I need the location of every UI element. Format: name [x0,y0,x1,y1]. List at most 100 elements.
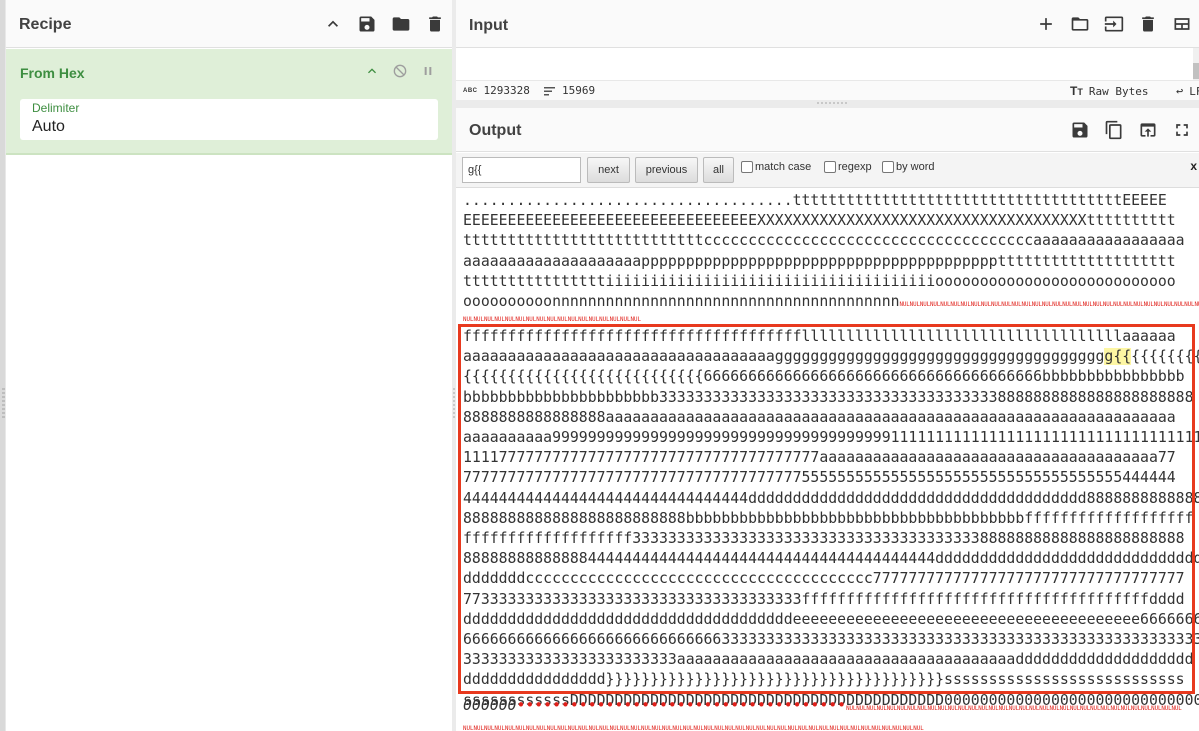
output-text-segment: 1111777777777777777777777777777777777777… [463,449,1176,467]
output-text-segment: tttttttttttttttttttttttttttccccccccccccc… [463,232,1185,250]
output-line: oooooooooonnnnnnnnnnnnnnnnnnnnnnnnnnnnnn… [463,292,1199,312]
output-line: ffffffffffffffffffffffffffffffffffffffll… [463,327,1176,347]
output-line: 44444444444444444444444444444444dddddddd… [463,489,1199,509]
output-line: {{{{{{{{{{{{{{{{{{{{{{{{{{{6666666666666… [463,367,1185,387]
load-recipe-button[interactable] [384,7,418,41]
search-all-button[interactable]: all [703,157,734,183]
clear-recipe-button[interactable] [418,7,452,41]
output-line: 77333333333333333333333333333333333333ff… [463,590,1185,610]
eol-selector[interactable]: ↩ LF [1176,84,1199,98]
collapse-all-button[interactable] [316,7,350,41]
output-text-segment: aaaaaaaaaaaaaaaaaaaapppppppppppppppppppp… [463,252,1176,270]
control-char-dots: ••••••••••••••••••••••••••••••••••••• [516,697,847,714]
pause-operation-button[interactable] [418,61,438,81]
output-line: aaaaaaaaaa999999999999999999999999999999… [463,428,1199,448]
match-case-label: match case [755,161,812,173]
output-text-segment: aaaaaaaaaa999999999999999999999999999999… [463,429,1199,446]
recipe-title: Recipe [19,16,72,33]
lines-icon [544,86,555,95]
copy-output-button[interactable] [1097,113,1131,147]
output-text-segment: 7777777777777777777777777777777777777755… [463,469,1176,487]
input-scrollbar[interactable] [1193,48,1199,80]
output-text-segment: 77333333333333333333333333333333333333ff… [463,590,1185,608]
input-length: ABC 1293328 [463,84,530,97]
output-text-segment: 6666666666666666666666666666633333333333… [463,631,1199,648]
regexp-checkbox[interactable]: regexp [824,161,872,173]
output-text-segment: dddddddccccccccccccccccccccccccccccccccc… [463,570,1185,588]
search-next-button[interactable]: next [587,157,630,183]
output-line: aaaaaaaaaaaaaaaaaaaaaaaaaaaaaaaaaaaggggg… [463,347,1199,367]
search-previous-button[interactable]: previous [635,157,698,183]
output-line: 8888888888888888aaaaaaaaaaaaaaaaaaaaaaaa… [463,408,1176,428]
recipe-io-resize-handle[interactable] [453,388,455,418]
save-output-button[interactable] [1063,113,1097,147]
save-icon [359,16,375,32]
output-line: EEEEEEEEEEEEEEEEEEEEEEEEEEEEEEEEEXXXXXXX… [463,211,1176,231]
operations-resize-handle[interactable] [2,388,5,418]
output-title: Output [469,122,522,139]
output-text-segment: oooooooooonnnnnnnnnnnnnnnnnnnnnnnnnnnnnn… [463,293,900,310]
layout-icon [1174,18,1190,30]
trash-icon [1142,16,1154,32]
input-lines-value: 15969 [562,84,596,97]
collapse-operation-button[interactable] [362,61,382,81]
match-case-box[interactable] [741,161,753,173]
save-recipe-button[interactable] [350,7,384,41]
nul-control-chars: NULNULNULNULNULNULNULNULNULNULNULNULNULN… [463,726,924,731]
output-line: dddddddccccccccccccccccccccccccccccccccc… [463,569,1185,589]
delimiter-field[interactable]: Delimiter Auto [20,99,438,140]
encoding-value: Raw Bytes [1088,84,1149,98]
copy-icon [1105,120,1122,140]
pause-icon [424,67,432,75]
regexp-box[interactable] [824,161,836,173]
output-line: .....................................ttt… [463,191,1167,211]
output-line: 000000••••••••••••••••••••••••••••••••••… [463,696,1182,716]
input-title: Input [469,17,509,34]
chevron-up-icon [328,20,338,27]
output-textarea[interactable]: .....................................ttt… [456,189,1199,731]
open-file-button[interactable] [1063,7,1097,41]
recipe-pane: Recipe From Hex Delimiter Auto [6,0,452,731]
upload-to-input-icon [1140,123,1156,137]
output-line: aaaaaaaaaaaaaaaaaaaapppppppppppppppppppp… [463,252,1176,272]
by-word-checkbox[interactable]: by word [882,161,935,173]
input-textarea[interactable]: a8a8a8a8a8a8a8a8a8a8a8a8a8a8a8a8a8a8a8a8… [456,48,1193,80]
operation-from-hex[interactable]: From Hex Delimiter Auto [6,49,452,155]
reset-layout-button[interactable] [1165,7,1199,41]
input-length-value: 1293328 [483,84,530,97]
maximise-output-button[interactable] [1165,113,1199,147]
plus-icon [1040,18,1052,30]
disable-operation-button[interactable] [390,61,410,81]
output-text-segment: dddddddddddddddddddddddddddddddddddddeee… [463,610,1199,628]
input-scrollbar-thumb[interactable] [1193,63,1199,79]
delimiter-label: Delimiter [32,101,80,115]
open-folder-button[interactable] [1097,7,1131,41]
output-text-segment: 000000 [463,697,517,714]
search-input[interactable] [462,157,581,183]
search-match-highlight: g{{ [1104,348,1132,366]
clear-input-button[interactable] [1131,7,1165,41]
input-status-bar: ABC 1293328 15969 TT Raw Bytes ↩ LF [456,80,1199,100]
replace-input-button[interactable] [1131,113,1165,147]
folder-icon [392,17,410,31]
disable-icon [393,64,407,78]
output-line: 6666666666666666666666666666633333333333… [463,630,1199,650]
output-text-segment: {{{{{{{{{{{{{{{{{{{{{{{{{{{6666666666666… [463,368,1185,386]
add-input-tab-button[interactable] [1029,7,1063,41]
delimiter-value[interactable]: Auto [32,118,65,136]
output-text-segment: dddddddddddddddd}}}}}}}}}}}}}}}}}}}}}}}}… [463,671,1185,689]
by-word-box[interactable] [882,161,894,173]
output-line: 8888888888888888888888888bbbbbbbbbbbbbbb… [463,509,1194,529]
encoding-selector[interactable]: TT Raw Bytes [1070,84,1148,98]
input-lines: 15969 [544,84,595,97]
input-output-resize-handle[interactable] [817,102,847,104]
close-search-button[interactable]: x [1190,159,1197,173]
output-line: dddddddddddddddddddddddddddddddddddddeee… [463,610,1199,630]
output-pane: Output next previous all [456,108,1199,731]
eol-value: LF [1189,84,1199,98]
text-encoding-icon: TT [1070,84,1083,98]
output-text-segment: EEEEEEEEEEEEEEEEEEEEEEEEEEEEEEEEEXXXXXXX… [463,212,1176,230]
output-line: bbbbbbbbbbbbbbbbbbbbbb333333333333333333… [463,388,1194,408]
operation-title: From Hex [20,65,85,81]
match-case-checkbox[interactable]: match case [741,161,811,173]
